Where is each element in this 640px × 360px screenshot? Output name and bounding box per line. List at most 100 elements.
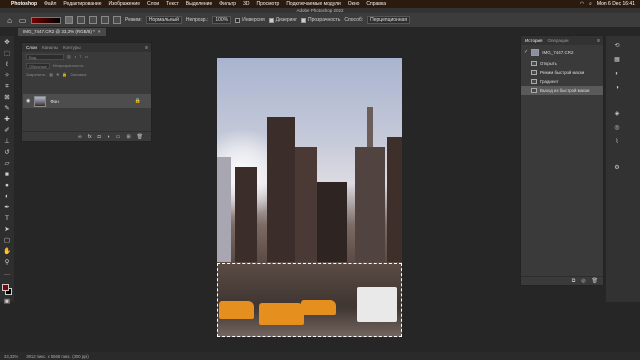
document-tab[interactable]: IMG_7447.CR2 @ 33,3% (RGB/8) * × — [18, 28, 106, 36]
blur-tool-icon[interactable]: ● — [2, 182, 12, 190]
document-info[interactable]: 3912 пикс. x 5568 пикс. (300 ppi) — [26, 354, 89, 359]
rectangle-tool-icon[interactable]: ▢ — [2, 237, 12, 245]
trash-icon[interactable]: 🗑 — [137, 134, 143, 140]
pen-tool-icon[interactable]: ✒ — [2, 204, 12, 212]
history-dock-icon[interactable]: ⟲ — [612, 42, 622, 50]
fx-icon[interactable]: fx — [88, 134, 92, 140]
tab-channels[interactable]: Каналы — [42, 45, 58, 50]
menu-help[interactable]: Справка — [366, 1, 386, 7]
lock-position-icon[interactable]: ✥ — [56, 72, 59, 77]
camera-icon[interactable]: ◎ — [581, 278, 585, 284]
tab-layers[interactable]: Слои — [26, 45, 37, 50]
layers-dock-icon[interactable]: ◈ — [612, 110, 622, 118]
menu-file[interactable]: Файл — [44, 1, 56, 7]
trash-icon[interactable]: 🗑 — [592, 278, 598, 284]
history-item[interactable]: Открыть — [521, 59, 603, 68]
filter-shape-icon[interactable]: ▭ — [85, 54, 89, 59]
panel-menu-icon[interactable]: ≡ — [145, 45, 151, 51]
reflected-gradient-button[interactable] — [101, 16, 109, 24]
dodge-tool-icon[interactable]: ◐ — [2, 193, 12, 201]
mask-icon[interactable]: ◘ — [98, 134, 101, 140]
diamond-gradient-button[interactable] — [113, 16, 121, 24]
filter-adjustment-icon[interactable]: ◑ — [74, 54, 76, 59]
dither-option[interactable]: Дизеринг — [268, 17, 297, 23]
lock-all-icon[interactable]: 🔒 — [62, 72, 67, 77]
marquee-tool-icon[interactable]: ⬚ — [2, 50, 12, 58]
snapshot-brush-icon[interactable]: ✓ — [524, 49, 528, 55]
menu-view[interactable]: Просмотр — [256, 1, 279, 7]
tab-paths[interactable]: Контуры — [63, 45, 81, 50]
channels-dock-icon[interactable]: ◎ — [612, 124, 622, 132]
filter-type-icon[interactable]: T — [79, 54, 81, 59]
transparency-option[interactable]: Прозрачность — [301, 17, 340, 23]
properties-dock-icon[interactable]: ⚙ — [612, 164, 622, 172]
menu-image[interactable]: Изображение — [109, 1, 141, 7]
blend-mode-select[interactable]: Обычные — [26, 62, 50, 69]
paths-dock-icon[interactable]: ⌇ — [612, 138, 622, 146]
menu-layers[interactable]: Слои — [147, 1, 159, 7]
gradient-tool-icon[interactable]: ■ — [2, 171, 12, 179]
foreground-color-swatch[interactable] — [2, 284, 9, 291]
crop-tool-icon[interactable]: ⌗ — [2, 83, 12, 91]
radial-gradient-button[interactable] — [77, 16, 85, 24]
zoom-tool-icon[interactable]: ⚲ — [2, 259, 12, 267]
menu-type[interactable]: Текст — [166, 1, 179, 7]
screen-mode-icon[interactable]: ▣ — [2, 298, 12, 306]
transparency-checkbox[interactable] — [301, 17, 307, 23]
search-icon[interactable]: ⌕ — [589, 1, 592, 7]
linear-gradient-button[interactable] — [65, 16, 73, 24]
mode-select[interactable]: Нормальный — [145, 16, 182, 24]
color-dock-icon[interactable]: ◐ — [612, 70, 622, 78]
visibility-eye-icon[interactable]: ◉ — [26, 98, 30, 104]
method-select[interactable]: Перцепционная — [367, 16, 411, 24]
filter-pixel-icon[interactable]: ▨ — [67, 54, 71, 59]
panel-menu-icon[interactable]: ≡ — [597, 38, 603, 44]
tab-actions[interactable]: Операции — [547, 38, 568, 43]
history-snapshot[interactable]: ✓ IMG_7447.CR2 — [521, 45, 603, 59]
layer-row[interactable]: ◉ Фон 🔒 — [23, 94, 151, 108]
menu-window[interactable]: Окно — [348, 1, 360, 7]
history-item[interactable]: Градиент — [521, 77, 603, 86]
new-document-icon[interactable]: ⧉ — [572, 278, 576, 284]
healing-brush-tool-icon[interactable]: ✚ — [2, 116, 12, 124]
more-tools-icon[interactable]: … — [2, 270, 12, 278]
app-menu[interactable]: Photoshop — [11, 1, 37, 7]
layer-filter-input[interactable]: Вид — [26, 53, 64, 60]
lasso-tool-icon[interactable]: ℓ — [2, 61, 12, 69]
history-brush-tool-icon[interactable]: ↺ — [2, 149, 12, 157]
menu-filter[interactable]: Фильтр — [219, 1, 236, 7]
adjustment-icon[interactable]: ◑ — [107, 134, 110, 140]
menu-edit[interactable]: Редактирование — [63, 1, 101, 7]
lock-pixels-icon[interactable]: ▦ — [49, 72, 53, 77]
folder-icon[interactable]: ▭ — [116, 134, 121, 140]
eraser-tool-icon[interactable]: ▱ — [2, 160, 12, 168]
document-canvas[interactable] — [217, 58, 402, 337]
swatches-dock-icon[interactable]: ▦ — [612, 56, 622, 64]
layer-name[interactable]: Фон — [50, 99, 58, 104]
selection-marquee[interactable] — [217, 263, 402, 337]
frame-tool-icon[interactable]: ⊠ — [2, 94, 12, 102]
tab-history[interactable]: История — [525, 38, 542, 43]
new-layer-icon[interactable]: ⊞ — [126, 134, 130, 140]
opacity-input[interactable]: 100% — [212, 16, 232, 24]
eyedropper-tool-icon[interactable]: ✎ — [2, 105, 12, 113]
move-tool-icon[interactable]: ✥ — [2, 39, 12, 47]
menu-select[interactable]: Выделение — [186, 1, 213, 7]
gradient-tool-icon[interactable]: ▭ — [18, 16, 27, 25]
gradient-swatch[interactable] — [31, 16, 61, 24]
type-tool-icon[interactable]: T — [2, 215, 12, 223]
history-item-active[interactable]: Выход из быстрой маски — [521, 86, 603, 95]
zoom-level[interactable]: 33,33% — [4, 354, 18, 359]
brush-tool-icon[interactable]: ✐ — [2, 127, 12, 135]
link-icon[interactable]: ∞ — [78, 134, 82, 140]
reverse-option[interactable]: Инверсия — [235, 17, 265, 23]
close-tab-icon[interactable]: × — [98, 28, 101, 36]
path-selection-tool-icon[interactable]: ➤ — [2, 226, 12, 234]
angle-gradient-button[interactable] — [89, 16, 97, 24]
adjustments-dock-icon[interactable]: ◑ — [612, 84, 622, 92]
wifi-icon[interactable]: ◠ — [580, 1, 584, 7]
clock[interactable]: Mon 6 Dec 16:41 — [597, 1, 635, 7]
home-icon[interactable]: ⌂ — [5, 16, 14, 25]
menu-plugins[interactable]: Подключаемые модули — [286, 1, 340, 7]
dither-checkbox[interactable] — [268, 17, 274, 23]
